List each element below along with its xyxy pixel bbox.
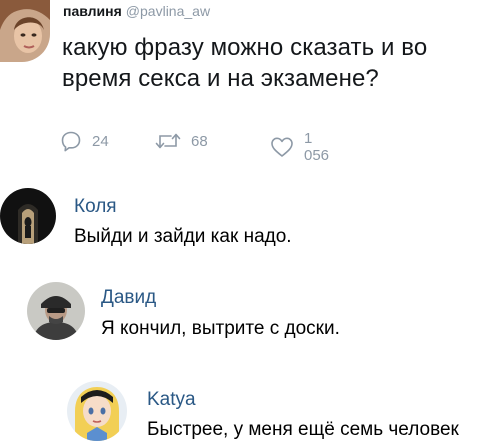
comment-author-name[interactable]: Katya	[147, 389, 196, 411]
like-icon	[270, 136, 294, 158]
comment-text: Быстрее, у меня ещё семь человек	[147, 419, 459, 440]
comment-text: Я кончил, вытрите с доски.	[101, 318, 340, 339]
reply-button[interactable]: 24	[60, 130, 109, 152]
comment-author-name[interactable]: Давид	[101, 287, 156, 309]
tweet-author-avatar[interactable]	[0, 0, 50, 62]
retweet-count: 68	[191, 132, 208, 150]
tweet-text: какую фразу можно сказать и во время сек…	[62, 34, 428, 92]
reply-count: 24	[92, 132, 109, 150]
like-button[interactable]: 1 056	[270, 130, 329, 164]
retweet-button[interactable]: 68	[155, 130, 208, 152]
comment-author-name[interactable]: Коля	[74, 196, 117, 218]
comment-text: Выйди и зайди как надо.	[74, 226, 292, 247]
tweet-author: павлиня @pavlina_aw	[63, 3, 210, 19]
comment-avatar[interactable]	[27, 282, 85, 340]
comment-avatar[interactable]	[0, 188, 56, 244]
reply-icon	[60, 130, 82, 152]
like-count: 1 056	[304, 130, 330, 164]
retweet-icon	[155, 130, 181, 152]
tweet-author-handle[interactable]: @pavlina_aw	[126, 3, 210, 19]
tweet-author-name[interactable]: павлиня	[63, 3, 122, 19]
comment-avatar[interactable]	[67, 381, 127, 441]
